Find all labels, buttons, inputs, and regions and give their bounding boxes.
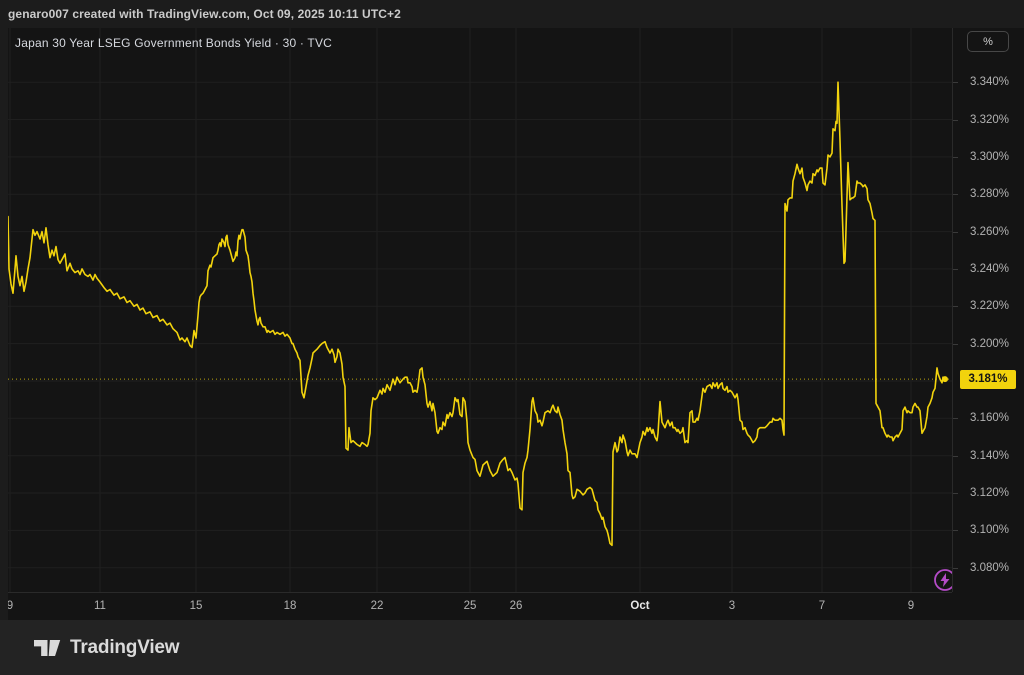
chart-panel: Japan 30 Year LSEG Government Bonds Yiel… (8, 28, 1024, 620)
x-axis-label: 9 (8, 593, 30, 620)
brand-name: TradingView (70, 637, 179, 659)
yield-line-chart (8, 28, 952, 592)
y-axis-label: 3.220% (953, 299, 1024, 313)
boost-button[interactable] (933, 568, 952, 592)
y-axis-label: 3.080% (953, 561, 1024, 575)
y-axis-label: 3.340% (953, 75, 1024, 89)
chart-legend[interactable]: Japan 30 Year LSEG Government Bonds Yiel… (15, 34, 332, 52)
y-axis-label: 3.260% (953, 225, 1024, 239)
chart-title: Japan 30 Year LSEG Government Bonds Yiel… (15, 36, 332, 50)
x-axis-label: 22 (357, 593, 397, 620)
x-axis-label: 18 (270, 593, 310, 620)
y-axis-label: 3.240% (953, 262, 1024, 276)
y-axis-label: 3.120% (953, 486, 1024, 500)
x-axis-label: 9 (891, 593, 931, 620)
y-axis-label: 3.160% (953, 411, 1024, 425)
y-axis-label: 3.100% (953, 523, 1024, 537)
tradingview-mark-icon (34, 639, 61, 657)
y-axis-label: 3.140% (953, 449, 1024, 463)
x-axis-label: Oct (620, 593, 660, 620)
lightning-bolt-icon (933, 568, 952, 592)
price-chart-plot[interactable]: Japan 30 Year LSEG Government Bonds Yiel… (8, 28, 952, 592)
x-axis-label: 3 (712, 593, 752, 620)
tradingview-snapshot-page: genaro007 created with TradingView.com, … (0, 0, 1024, 675)
percent-scale-button[interactable]: % (967, 31, 1009, 52)
x-axis-label: 25 (450, 593, 490, 620)
y-axis-label: 3.300% (953, 150, 1024, 164)
y-axis-label: 3.280% (953, 187, 1024, 201)
x-axis-label: 11 (80, 593, 120, 620)
y-axis-label: 3.200% (953, 337, 1024, 351)
footer-bar: TradingView (0, 620, 1024, 675)
tradingview-logo[interactable]: TradingView (34, 637, 179, 659)
price-axis[interactable]: % 3.181% 3.340% 3.320% 3.300% 3.280% 3.260% 3… (952, 28, 1024, 592)
x-axis-label: 26 (496, 593, 536, 620)
x-axis-label: 15 (176, 593, 216, 620)
current-price-badge: 3.181% (960, 370, 1016, 389)
time-axis[interactable]: 9 11 15 18 22 2526 Oct 3 7 9 (8, 592, 952, 620)
attribution-bar: genaro007 created with TradingView.com, … (8, 0, 401, 28)
y-axis-label: 3.320% (953, 113, 1024, 127)
x-axis-label: 7 (802, 593, 842, 620)
